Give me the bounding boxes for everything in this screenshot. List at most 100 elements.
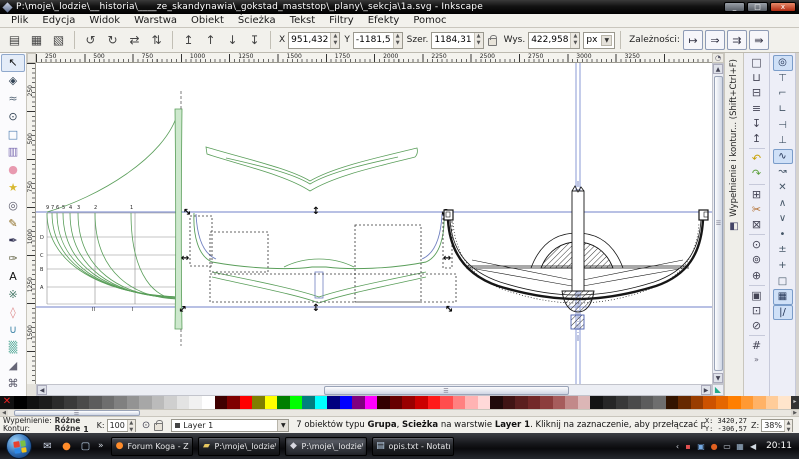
color-swatch[interactable] — [741, 396, 754, 409]
color-swatch[interactable] — [352, 396, 365, 409]
cms-toggle-icon[interactable]: ◔ — [712, 53, 724, 63]
color-swatch[interactable] — [302, 396, 315, 409]
color-swatch[interactable] — [666, 396, 679, 409]
canvas-drawing[interactable]: 97654321DCBAIII — [36, 63, 712, 384]
selection-handles[interactable]: ↔ ↔ ↔ ↔ ↕ ↕ ↔ ↔ — [176, 205, 455, 316]
lower-to-bottom-icon[interactable]: ↧ — [244, 30, 265, 51]
width-input[interactable]: 1184,31▲▼ — [431, 32, 483, 49]
tray-messenger-icon[interactable]: ▪ — [683, 441, 693, 451]
snap-rotation-center-icon[interactable]: + — [773, 258, 793, 274]
pen-tool-icon[interactable]: ✒ — [1, 232, 25, 250]
color-swatch[interactable] — [753, 396, 766, 409]
taskbar-button-explorer[interactable]: ▰P:\moje\_lodzie\_h... — [198, 437, 280, 456]
scroll-right-arrow[interactable]: ▶ — [701, 385, 711, 395]
quicklaunch-mail-icon[interactable]: ✉ — [40, 439, 55, 454]
lower-icon[interactable]: ↓ — [222, 30, 243, 51]
vertical-ruler[interactable]: 250500750100012501500 — [27, 63, 36, 384]
color-swatch[interactable] — [77, 396, 90, 409]
copy-icon[interactable]: ⊞ — [746, 187, 768, 202]
layer-dropdown-arrow[interactable]: ▼ — [277, 420, 288, 431]
lock-ratio-icon[interactable] — [488, 38, 497, 46]
image-icon[interactable]: ▧ — [48, 30, 69, 51]
scroll-up-arrow[interactable]: ▲ — [713, 64, 723, 74]
snap-path-intersection-icon[interactable]: ✕ — [773, 180, 793, 196]
paste-icon[interactable]: ▤ — [4, 30, 25, 51]
paste-icon[interactable]: ⊠ — [746, 217, 768, 232]
color-swatch[interactable] — [315, 396, 328, 409]
color-swatch[interactable] — [164, 396, 177, 409]
horizontal-scrollbar[interactable]: ◀ ☰ ▶ — [36, 384, 712, 396]
affect-move-icon[interactable]: ↦ — [683, 30, 703, 50]
snap-enable-icon[interactable]: ◎ — [773, 55, 793, 71]
cut-icon[interactable]: ✂ — [746, 202, 768, 217]
taskbar-button-inkscape[interactable]: ◆P:\moje\_lodzie\_h... — [285, 437, 367, 456]
ellipse-tool-icon[interactable]: ● — [1, 161, 25, 179]
color-swatch[interactable] — [578, 396, 591, 409]
snap-guide-icon[interactable]: |/ — [773, 305, 793, 321]
duplicate-icon[interactable]: ▣ — [746, 288, 768, 303]
body-plan-group[interactable] — [47, 91, 182, 346]
color-swatch[interactable] — [202, 396, 215, 409]
title-bar[interactable]: P:\moje\_lodzie\__historia\____ze_skandy… — [0, 0, 799, 14]
menu-item-warstwa[interactable]: Warstwa — [127, 14, 184, 27]
color-swatch[interactable] — [215, 396, 228, 409]
zoom-selection-icon[interactable]: ⊙ — [746, 237, 768, 252]
no-color-swatch[interactable]: ✕ — [0, 396, 14, 409]
raise-icon[interactable]: ↑ — [200, 30, 221, 51]
star-tool-icon[interactable]: ★ — [1, 179, 25, 197]
tray-display-icon[interactable]: ▭ — [722, 441, 732, 451]
canvas[interactable]: 97654321DCBAIII — [36, 63, 712, 384]
color-swatch[interactable] — [515, 396, 528, 409]
color-swatch[interactable] — [465, 396, 478, 409]
gradient-tool-icon[interactable]: ▒ — [1, 339, 25, 357]
zoom-tool-icon[interactable]: ⊙ — [1, 107, 25, 125]
color-swatch[interactable] — [415, 396, 428, 409]
calligraphy-tool-icon[interactable]: ✑ — [1, 250, 25, 268]
color-swatch[interactable] — [114, 396, 127, 409]
affect-gradient-icon[interactable]: ⇛ — [749, 30, 769, 50]
quicklaunch-overflow-chevron[interactable]: » — [98, 441, 104, 451]
spray-tool-icon[interactable]: ※ — [1, 285, 25, 303]
color-swatch[interactable] — [528, 396, 541, 409]
color-swatch[interactable] — [227, 396, 240, 409]
menu-item-widok[interactable]: Widok — [82, 14, 127, 27]
fill-stroke-panel-tab[interactable]: Wypełnienie i kontur... (Shift+Ctrl+F) ◧ — [724, 53, 744, 396]
color-swatch[interactable] — [102, 396, 115, 409]
node-tool-icon[interactable]: ◈ — [1, 72, 25, 90]
color-swatch[interactable] — [428, 396, 441, 409]
dropper-tool-icon[interactable]: ◢ — [1, 357, 25, 375]
color-swatch[interactable] — [402, 396, 415, 409]
color-swatch[interactable] — [641, 396, 654, 409]
tray-network-icon[interactable]: ▣ — [696, 441, 706, 451]
color-swatch[interactable] — [265, 396, 278, 409]
color-swatch[interactable] — [139, 396, 152, 409]
bucket-tool-icon[interactable]: ∪ — [1, 321, 25, 339]
color-swatch[interactable] — [440, 396, 453, 409]
close-button[interactable]: x — [770, 2, 796, 12]
color-swatch[interactable] — [628, 396, 641, 409]
connector-tool-icon[interactable]: ⌘ — [1, 374, 25, 392]
save-icon[interactable]: ⊟ — [746, 85, 768, 100]
color-swatch[interactable] — [778, 396, 791, 409]
menu-item-filtry[interactable]: Filtry — [322, 14, 361, 27]
menu-item-tekst[interactable]: Tekst — [283, 14, 322, 27]
color-swatch[interactable] — [177, 396, 190, 409]
snap-cusp-node-icon[interactable]: ∧ — [773, 195, 793, 211]
color-swatch[interactable] — [290, 396, 303, 409]
export-icon[interactable]: ↥ — [746, 131, 768, 146]
color-swatch[interactable] — [703, 396, 716, 409]
menu-item-sciezka[interactable]: Ścieżka — [231, 14, 283, 27]
raise-to-top-icon[interactable]: ↥ — [178, 30, 199, 51]
color-swatch[interactable] — [553, 396, 566, 409]
selected-hull-section[interactable] — [190, 213, 456, 303]
affect-corners-icon[interactable]: ⇉ — [727, 30, 747, 50]
color-swatch[interactable] — [565, 396, 578, 409]
guides[interactable] — [36, 63, 712, 384]
unit-select[interactable]: px▼ — [583, 32, 615, 49]
tray-updates-icon[interactable]: ▦ — [735, 441, 745, 451]
text-tool-icon[interactable]: A — [1, 268, 25, 286]
color-swatch[interactable] — [377, 396, 390, 409]
spiral-tool-icon[interactable]: ◎ — [1, 196, 25, 214]
color-swatch[interactable] — [540, 396, 553, 409]
color-swatch[interactable] — [390, 396, 403, 409]
